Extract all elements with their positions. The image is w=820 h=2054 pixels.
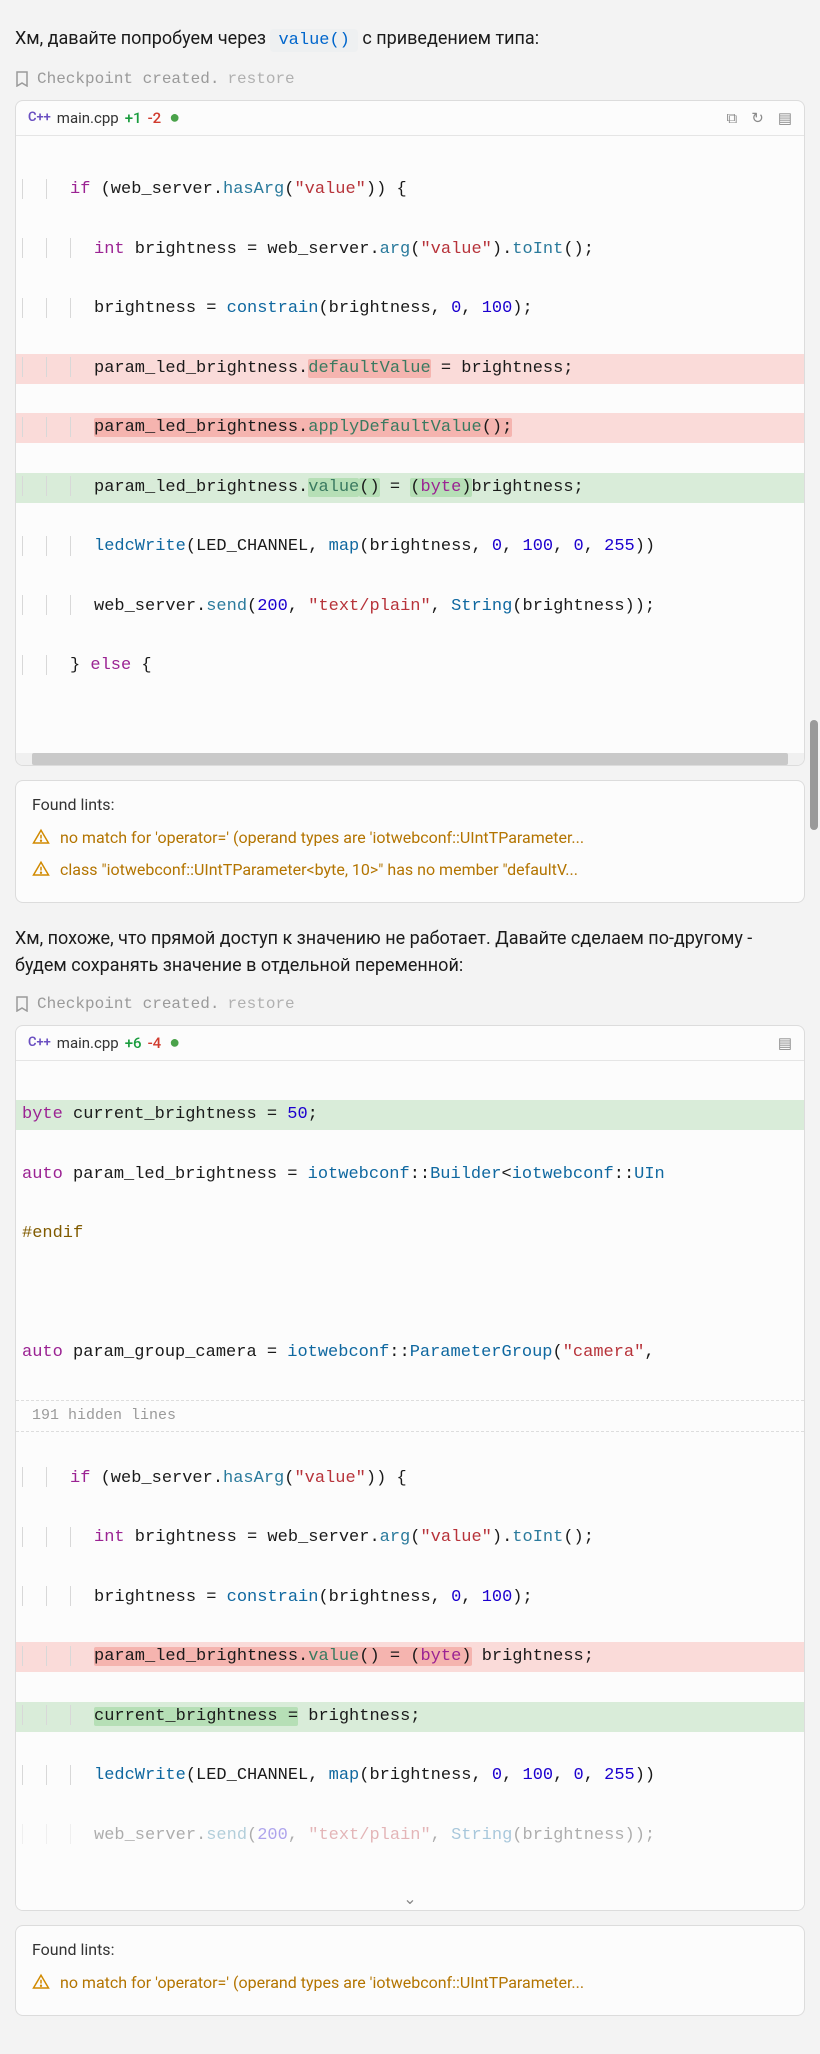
- msg1-pre: Хм, давайте попробуем через: [15, 28, 270, 49]
- lints-title: Found lints:: [32, 795, 788, 814]
- code-block[interactable]: byte current_brightness = 50; auto param…: [16, 1061, 804, 1911]
- lint-text: no match for 'operator=' (operand types …: [60, 826, 788, 850]
- checkpoint-row: Checkpoint created. restore: [15, 995, 805, 1013]
- lints-panel: Found lints: no match for 'operator=' (o…: [15, 780, 805, 903]
- lines-removed: -2: [148, 109, 162, 127]
- lang-badge: C++: [28, 110, 51, 125]
- code-block[interactable]: if (web_server.hasArg("value")) { int br…: [16, 136, 804, 753]
- lines-added: +6: [125, 1034, 142, 1052]
- copy-icon[interactable]: ⧉: [727, 109, 738, 127]
- checkpoint-label: Checkpoint created.: [37, 995, 219, 1013]
- msg1-post: с приведением типа:: [358, 28, 539, 49]
- checkpoint-restore[interactable]: restore: [227, 70, 294, 88]
- checkpoint-restore[interactable]: restore: [227, 995, 294, 1013]
- page-scrollbar[interactable]: [810, 720, 818, 830]
- lints-panel: Found lints: no match for 'operator=' (o…: [15, 1925, 805, 2016]
- chevron-down-icon[interactable]: ⌄: [403, 1889, 416, 1908]
- diff-card: C++ main.cpp +6 -4 ● ▤ byte current_brig…: [15, 1025, 805, 1912]
- hidden-lines-toggle[interactable]: 191 hidden lines: [16, 1400, 804, 1432]
- bookmark-icon: [15, 996, 29, 1012]
- lint-item[interactable]: no match for 'operator=' (operand types …: [32, 826, 788, 850]
- bookmark-icon: [15, 71, 29, 87]
- diff-header: C++ main.cpp +6 -4 ● ▤: [16, 1026, 804, 1061]
- checkpoint-label: Checkpoint created.: [37, 70, 219, 88]
- lint-item[interactable]: no match for 'operator=' (operand types …: [32, 1971, 788, 1995]
- horizontal-scrollbar[interactable]: [16, 753, 804, 765]
- warning-icon: [32, 828, 50, 846]
- warning-icon: [32, 860, 50, 878]
- assistant-message: Хм, давайте попробуем через value() с пр…: [15, 25, 805, 54]
- checkpoint-row: Checkpoint created. restore: [15, 70, 805, 88]
- assistant-message: Хм, похоже, что прямой доступ к значению…: [15, 925, 805, 979]
- lint-item[interactable]: class "iotwebconf::UIntTParameter<byte, …: [32, 858, 788, 882]
- expand-icon[interactable]: ▤: [778, 1034, 792, 1052]
- filename[interactable]: main.cpp: [57, 109, 119, 127]
- diff-card: C++ main.cpp +1 -2 ● ⧉ ↻ ▤ if (web_serve…: [15, 100, 805, 766]
- inline-code: value(): [270, 29, 357, 52]
- lints-title: Found lints:: [32, 1940, 788, 1959]
- lines-added: +1: [125, 109, 142, 127]
- lang-badge: C++: [28, 1035, 51, 1050]
- warning-icon: [32, 1973, 50, 1991]
- revert-icon[interactable]: ↻: [751, 109, 764, 127]
- lint-text: no match for 'operator=' (operand types …: [60, 1971, 788, 1995]
- lint-text: class "iotwebconf::UIntTParameter<byte, …: [60, 858, 788, 882]
- filename[interactable]: main.cpp: [57, 1034, 119, 1052]
- lines-removed: -4: [148, 1034, 162, 1052]
- diff-header: C++ main.cpp +1 -2 ● ⧉ ↻ ▤: [16, 101, 804, 136]
- expand-icon[interactable]: ▤: [778, 109, 792, 127]
